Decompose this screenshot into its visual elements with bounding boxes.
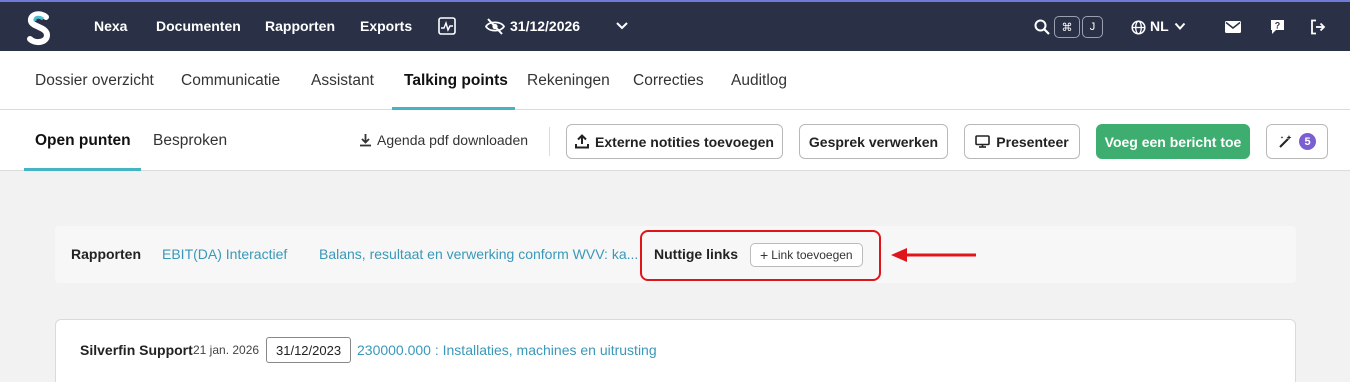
tab-dossier-overzicht[interactable]: Dossier overzicht	[35, 72, 154, 90]
nav-item-rapporten[interactable]: Rapporten	[265, 18, 335, 34]
download-agenda-button[interactable]: Agenda pdf downloaden	[359, 132, 528, 148]
report-link-balans[interactable]: Balans, resultaat en verwerking conform …	[319, 246, 638, 262]
present-label: Presenteer	[996, 133, 1069, 150]
tab-open-punten[interactable]: Open punten	[35, 132, 131, 150]
process-conversation-label: Gesprek verwerken	[808, 133, 939, 150]
add-external-notes-button[interactable]: Externe notities toevoegen	[566, 124, 783, 159]
process-conversation-button[interactable]: Gesprek verwerken	[799, 124, 948, 159]
annotation-arrow-icon	[891, 248, 976, 262]
envelope-icon[interactable]	[1225, 21, 1241, 33]
logout-icon[interactable]	[1310, 19, 1326, 35]
tab-besproken[interactable]: Besproken	[153, 132, 227, 150]
tab-rekeningen[interactable]: Rekeningen	[527, 72, 610, 90]
chevron-down-icon[interactable]	[615, 21, 629, 31]
language-chevron-icon[interactable]	[1174, 22, 1186, 31]
upload-icon	[575, 134, 590, 149]
nav-item-exports[interactable]: Exports	[360, 18, 412, 34]
add-external-notes-label: Externe notities toevoegen	[595, 133, 774, 150]
nav-item-documenten[interactable]: Documenten	[156, 18, 241, 34]
add-message-button[interactable]: Voeg een bericht toe	[1096, 124, 1250, 159]
search-icon[interactable]	[1034, 19, 1050, 35]
download-icon	[360, 134, 371, 147]
report-link-ebitda[interactable]: EBIT(DA) Interactief	[162, 246, 287, 262]
tab-correcties[interactable]: Correcties	[633, 72, 704, 90]
sub-tabs-toolbar: Open punten Besproken Agenda pdf downloa…	[0, 110, 1350, 171]
logo-icon[interactable]	[26, 9, 52, 47]
tab-communicatie[interactable]: Communicatie	[181, 72, 280, 90]
main-tabs: Dossier overzicht Communicatie Assistant…	[0, 51, 1350, 110]
tab-auditlog[interactable]: Auditlog	[731, 72, 787, 90]
monitor-icon	[975, 135, 991, 148]
add-message-label: Voeg een bericht toe	[1104, 133, 1242, 150]
magic-wand-icon	[1279, 135, 1292, 148]
account-link[interactable]: 230000.000 : Installaties, machines en u…	[357, 342, 657, 358]
help-icon[interactable]: ?	[1270, 19, 1285, 35]
top-navbar: Nexa Documenten Rapporten Exports 31/12/…	[0, 0, 1350, 51]
active-subtab-indicator	[24, 168, 141, 171]
ai-count-badge: 5	[1299, 133, 1316, 150]
globe-icon[interactable]	[1131, 20, 1146, 35]
language-selector[interactable]: NL	[1150, 18, 1169, 34]
shortcut-key-cmd: ⌘	[1054, 16, 1080, 38]
nav-item-nexa[interactable]: Nexa	[94, 18, 127, 34]
tab-talking-points[interactable]: Talking points	[404, 72, 508, 90]
tab-assistant[interactable]: Assistant	[311, 72, 374, 90]
ai-assistant-button[interactable]: 5	[1266, 124, 1328, 159]
present-button[interactable]: Presenteer	[964, 124, 1080, 159]
eye-slash-icon[interactable]	[485, 18, 505, 35]
annotation-highlight-box	[640, 230, 881, 281]
reports-label: Rapporten	[71, 246, 141, 262]
period-tag: 31/12/2023	[266, 337, 352, 363]
message-date: 21 jan. 2026	[193, 343, 260, 357]
shortcut-key-j: J	[1082, 16, 1103, 38]
svg-text:?: ?	[1275, 21, 1281, 31]
date-selector[interactable]: 31/12/2026	[510, 18, 580, 34]
message-card: Silverfin Support 21 jan. 2026 31/12/202…	[55, 319, 1296, 382]
message-author: Silverfin Support	[80, 342, 193, 358]
download-agenda-label: Agenda pdf downloaden	[377, 132, 529, 148]
activity-icon[interactable]	[438, 17, 456, 35]
toolbar-divider	[549, 127, 550, 156]
